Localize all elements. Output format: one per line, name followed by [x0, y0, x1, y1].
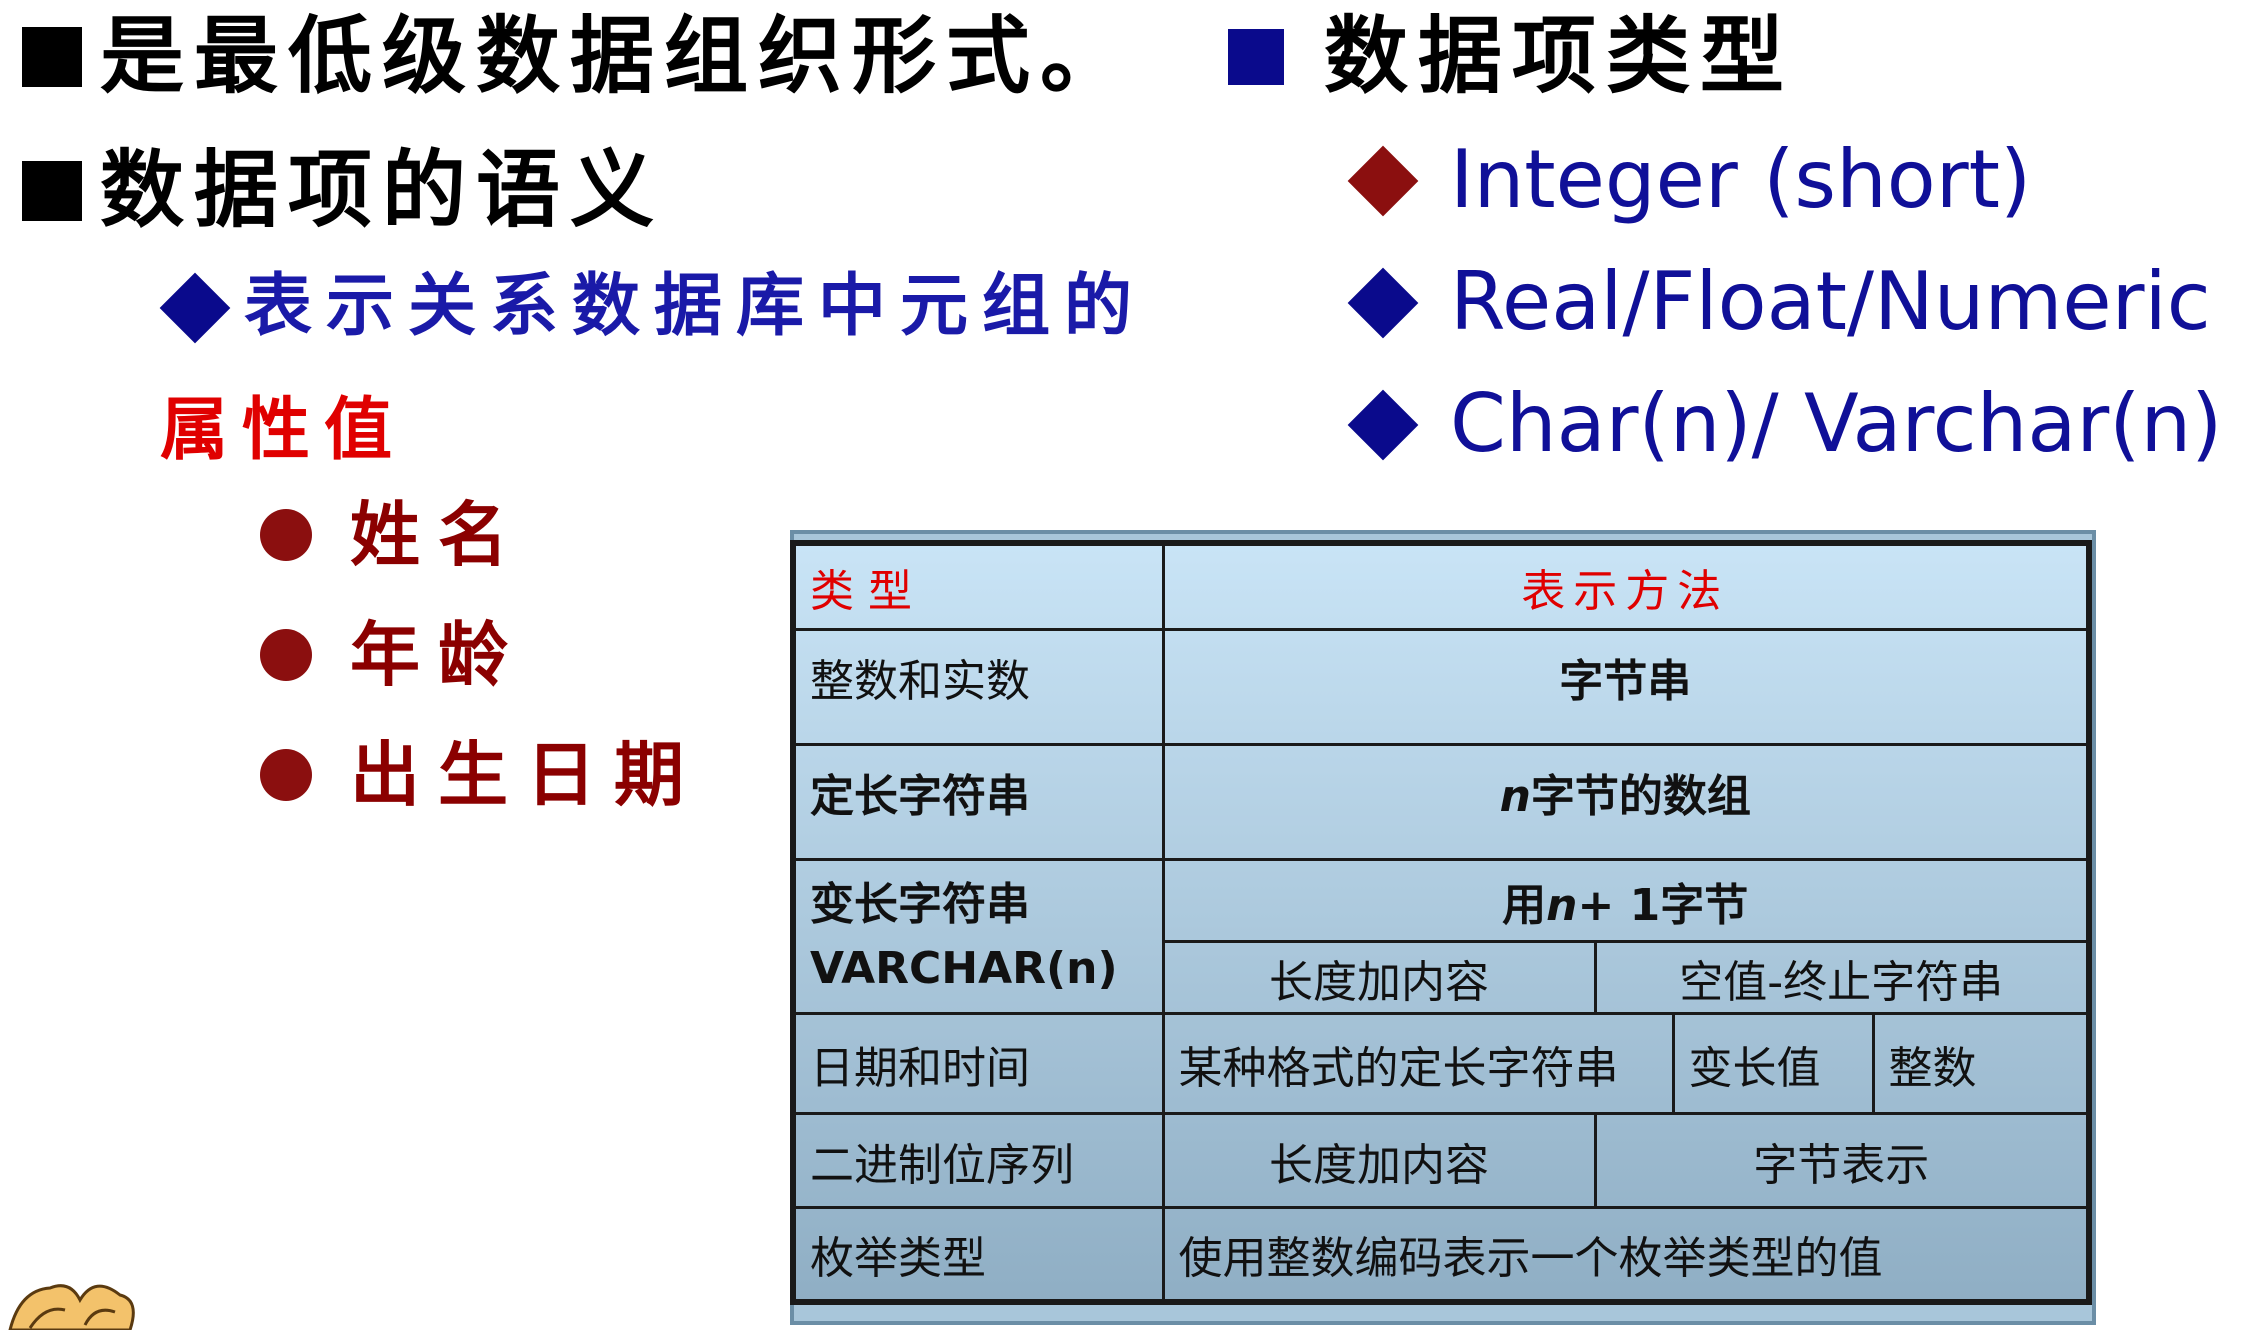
representation-cell: n字节的数组 — [1161, 743, 2092, 861]
option-cell: 长度加内容 — [1161, 1112, 1597, 1209]
table-row: 枚举类型 使用整数编码表示一个枚举类型的值 — [790, 1206, 2092, 1305]
option-cell: 变长值 — [1671, 1012, 1875, 1115]
semantic-description-continued: 属性值 — [160, 390, 407, 470]
table-row: 二进制位序列 长度加内容 字节表示 — [790, 1112, 2092, 1209]
table-row: 整数和实数 字节串 — [790, 628, 2092, 746]
corner-clipart-icon — [8, 1284, 135, 1330]
option-cell: 整数 — [1871, 1012, 2092, 1115]
option-cell: 字节表示 — [1593, 1112, 2092, 1209]
header-representation: 表示方法 — [1161, 540, 2092, 631]
type-item-integer: Integer (short) — [1347, 140, 2031, 220]
table-row: 变长字符串 VARCHAR(n) 用n+ 1字节 — [790, 858, 2092, 1015]
diamond-bullet-icon — [1347, 389, 1419, 461]
diamond-bullet-icon — [1347, 267, 1419, 339]
type-cell: 定长字符串 — [790, 743, 1165, 861]
data-type-table: 类 型 表示方法 整数和实数 字节串 定长字符串 n字节的数组 变长字符串 VA… — [790, 540, 2092, 1305]
representation-cell: 字节串 — [1161, 628, 2092, 746]
representation-cell: 用n+ 1字节 — [1161, 858, 2092, 943]
type-item-real: Real/Float/Numeric — [1347, 262, 2211, 342]
type-cell: 二进制位序列 — [790, 1112, 1165, 1209]
attribute-item-age: 年龄 — [260, 620, 526, 690]
heading-line-1: 是最低级数据组织形式。 — [22, 14, 1134, 98]
circle-bullet-icon — [260, 629, 312, 681]
heading-line-2: 数据项的语义 — [22, 148, 664, 232]
table-header-row: 类 型 表示方法 — [790, 540, 2092, 631]
type-cell: 变长字符串 VARCHAR(n) — [790, 858, 1165, 1015]
attribute-item-birthdate: 出生日期 — [260, 740, 702, 810]
data-item-types-title: 数据项类型 — [1228, 14, 1794, 98]
representation-cell: 使用整数编码表示一个枚举类型的值 — [1161, 1206, 2092, 1305]
diamond-bullet-icon — [159, 272, 231, 343]
option-cell: 长度加内容 — [1161, 940, 1597, 1015]
attribute-item-name: 姓名 — [260, 500, 526, 570]
table-row: 日期和时间 某种格式的定长字符串 变长值 整数 — [790, 1012, 2092, 1115]
option-cell: 空值-终止字符串 — [1593, 940, 2092, 1015]
circle-bullet-icon — [260, 509, 312, 561]
header-type: 类 型 — [790, 540, 1165, 631]
square-bullet-icon — [22, 161, 82, 221]
type-item-char: Char(n)/ Varchar(n) — [1347, 384, 2222, 464]
type-cell: 整数和实数 — [790, 628, 1165, 746]
square-bullet-icon — [22, 27, 82, 87]
option-cell: 某种格式的定长字符串 — [1161, 1012, 1675, 1115]
type-cell: 枚举类型 — [790, 1206, 1165, 1305]
table-row: 定长字符串 n字节的数组 — [790, 743, 2092, 861]
circle-bullet-icon — [260, 749, 312, 801]
semantic-description: 表示关系数据库中元组的 — [159, 272, 1146, 343]
diamond-bullet-icon — [1347, 145, 1419, 217]
square-bullet-icon — [1228, 29, 1284, 85]
type-cell: 日期和时间 — [790, 1012, 1165, 1115]
